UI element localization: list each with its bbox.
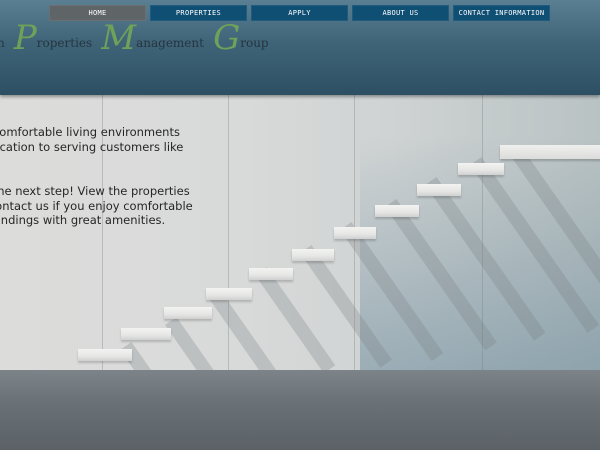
- hero-banner: g comfortable living environments edicat…: [0, 95, 600, 450]
- nav-contact-information[interactable]: CONTACT INFORMATION: [453, 5, 550, 21]
- logo-word-4: Group: [213, 18, 269, 58]
- hero-text-line: e the next step! View the properties: [0, 184, 190, 198]
- stair-step: [417, 184, 461, 196]
- logo-word-3: Management: [101, 18, 204, 58]
- stair-step: [78, 349, 132, 361]
- hero-paragraph-intro: g comfortable living environments edicat…: [0, 125, 183, 154]
- hero-text-line: l contact us if you enjoy comfortable: [0, 198, 193, 213]
- logo-word-2: Properties: [13, 18, 93, 58]
- stair-step: [292, 249, 334, 261]
- site-header: HOME PROPERTIES APPLY ABOUT US CONTACT I…: [0, 0, 600, 95]
- hero-paragraph-cta: e the next step! View the properties l c…: [0, 184, 193, 228]
- stair-step: [334, 227, 376, 239]
- logo-word-1: lon: [0, 36, 5, 50]
- stair-step: [206, 288, 252, 300]
- hero-text-line: g comfortable living environments: [0, 125, 180, 139]
- hero-text-line: roundings with great amenities.: [0, 213, 166, 227]
- site-logo[interactable]: lon Properties Management Group: [0, 18, 273, 58]
- stair-step: [121, 328, 171, 340]
- hero-text-line: edication to serving customers like: [0, 139, 184, 154]
- stair-step: [375, 205, 419, 217]
- stair-landing: [500, 145, 600, 159]
- wall-seam: [228, 95, 229, 370]
- floor: [0, 370, 600, 450]
- stair-step: [458, 163, 504, 175]
- nav-about-us[interactable]: ABOUT US: [352, 5, 449, 21]
- stair-step: [164, 307, 212, 319]
- stair-step: [249, 268, 293, 280]
